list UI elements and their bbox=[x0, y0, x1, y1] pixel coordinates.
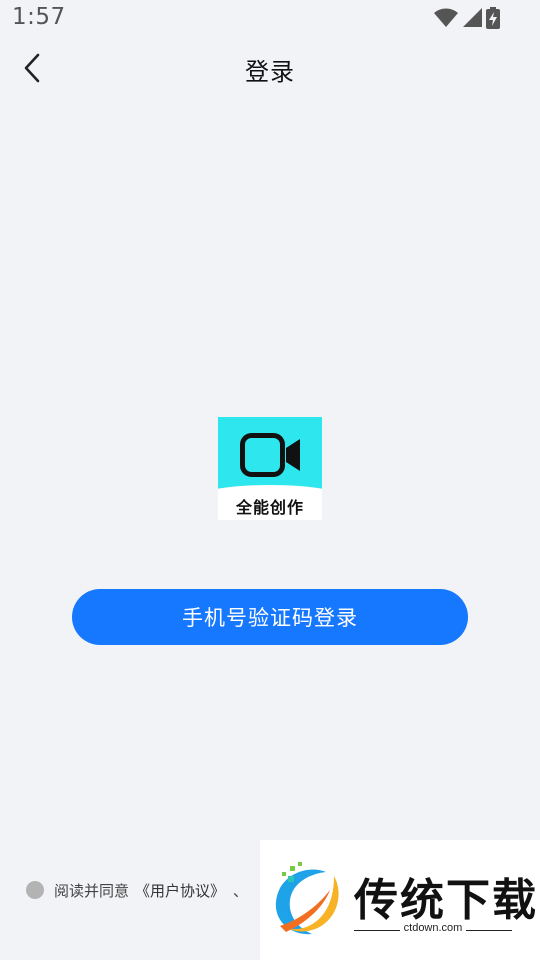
agreement-separator: 、 bbox=[233, 881, 249, 900]
logo-text: 全能创作 bbox=[235, 498, 304, 517]
header: 登录 bbox=[0, 38, 540, 98]
agreement-row: 阅读并同意 《用户协议》 、 bbox=[26, 878, 248, 902]
agree-radio[interactable] bbox=[26, 881, 44, 899]
app-logo: 全能创作 bbox=[218, 417, 322, 520]
watermark-divider-left bbox=[354, 930, 400, 931]
cell-signal-icon bbox=[463, 8, 482, 27]
phone-code-login-button[interactable]: 手机号验证码登录 bbox=[72, 589, 468, 645]
agreement-prefix: 阅读并同意 bbox=[54, 881, 130, 900]
battery-charging-icon bbox=[486, 7, 500, 29]
watermark-subtitle: ctdown.com bbox=[403, 922, 463, 934]
wifi-icon bbox=[434, 8, 458, 27]
watermark-divider-right bbox=[466, 930, 512, 931]
status-icons bbox=[434, 7, 500, 29]
video-camera-icon bbox=[240, 433, 300, 477]
user-agreement-link[interactable]: 《用户协议》 bbox=[135, 880, 225, 901]
status-bar: 1:57 bbox=[0, 0, 540, 38]
page-title: 登录 bbox=[245, 58, 295, 86]
watermark-logo-icon bbox=[275, 862, 339, 935]
watermark-title: 传统下载 bbox=[354, 875, 538, 926]
watermark: 传统下载 ctdown.com bbox=[260, 840, 540, 960]
status-time: 1:57 bbox=[12, 4, 66, 30]
